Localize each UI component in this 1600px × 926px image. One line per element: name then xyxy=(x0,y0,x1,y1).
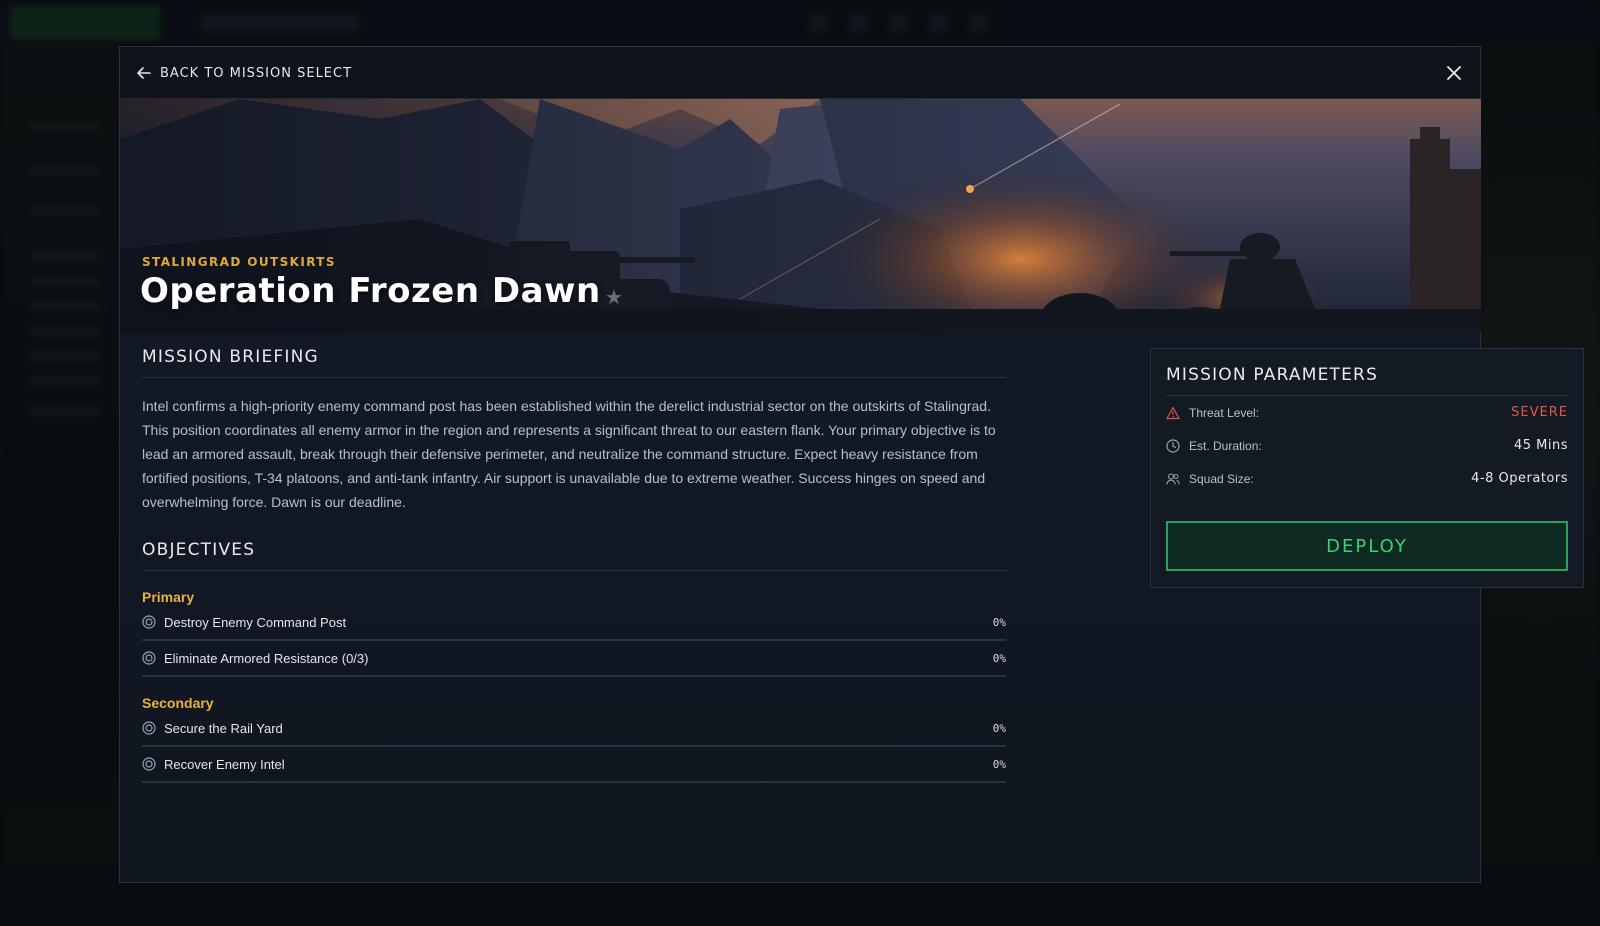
objective-progress: 0% xyxy=(992,721,1006,735)
mission-location: STALINGRAD OUTSKIRTS xyxy=(142,255,336,269)
threat-level-value: SEVERE xyxy=(1511,405,1568,420)
objective-label: Eliminate Armored Resistance (0/3) xyxy=(164,650,369,666)
close-icon xyxy=(1447,66,1461,80)
parameters-heading: MISSION PARAMETERS xyxy=(1166,365,1568,396)
deploy-button[interactable]: DEPLOY xyxy=(1166,521,1568,571)
squad-size-label: Squad Size: xyxy=(1189,471,1254,486)
objective-label: Recover Enemy Intel xyxy=(164,756,285,772)
duration-label: Est. Duration: xyxy=(1189,438,1262,453)
mission-detail-modal: BACK TO MISSION SELECT STALINGRAD OUTSKI… xyxy=(119,46,1584,883)
arrow-left-icon xyxy=(137,67,151,79)
close-button[interactable] xyxy=(1444,63,1464,83)
objective-progress: 0% xyxy=(992,757,1006,771)
objective-row: Destroy Enemy Command Post 0% xyxy=(142,605,1006,641)
users-icon xyxy=(1166,472,1180,485)
mission-title: Operation Frozen Dawn xyxy=(140,271,601,311)
target-icon xyxy=(142,757,156,771)
mission-content: MISSION BRIEFING Intel confirms a high-p… xyxy=(142,347,1006,783)
warning-icon xyxy=(1166,406,1180,419)
threat-level-row: Threat Level: SEVERE xyxy=(1166,396,1568,429)
back-to-mission-select-button[interactable]: BACK TO MISSION SELECT xyxy=(136,63,352,83)
primary-objectives-list: Destroy Enemy Command Post 0% Eliminate … xyxy=(142,605,1006,677)
objective-progress: 0% xyxy=(992,615,1006,629)
target-icon xyxy=(142,721,156,735)
duration-value: 45 Mins xyxy=(1513,438,1568,453)
modal-header: BACK TO MISSION SELECT xyxy=(120,47,1480,99)
target-icon xyxy=(142,651,156,665)
target-icon xyxy=(142,615,156,629)
threat-level-label: Threat Level: xyxy=(1189,405,1260,420)
objectives-heading: OBJECTIVES xyxy=(142,540,1006,571)
clock-icon xyxy=(1166,438,1180,453)
briefing-heading: MISSION BRIEFING xyxy=(142,347,1006,378)
duration-row: Est. Duration: 45 Mins xyxy=(1166,429,1568,462)
squad-size-row: Squad Size: 4-8 Operators xyxy=(1166,462,1568,495)
mission-hero-banner: ★ STALINGRAD OUTSKIRTS Operation Froze xyxy=(120,99,1481,333)
secondary-objectives-list: Secure the Rail Yard 0% Recover Enemy In… xyxy=(142,711,1006,783)
primary-objectives-label: Primary xyxy=(142,589,195,605)
back-button-label: BACK TO MISSION SELECT xyxy=(160,65,353,81)
secondary-objectives-label: Secondary xyxy=(142,695,214,711)
objective-row: Recover Enemy Intel 0% xyxy=(142,747,1006,783)
objective-row: Secure the Rail Yard 0% xyxy=(142,711,1006,747)
objective-label: Destroy Enemy Command Post xyxy=(164,614,347,630)
briefing-text: Intel confirms a high-priority enemy com… xyxy=(142,398,996,510)
objective-progress: 0% xyxy=(992,651,1006,665)
objective-row: Eliminate Armored Resistance (0/3) 0% xyxy=(142,641,1006,677)
objective-label: Secure the Rail Yard xyxy=(164,720,283,736)
squad-size-value: 4-8 Operators xyxy=(1471,471,1568,486)
mission-parameters-panel: MISSION PARAMETERS Threat Level: SEVERE … xyxy=(1150,348,1584,588)
